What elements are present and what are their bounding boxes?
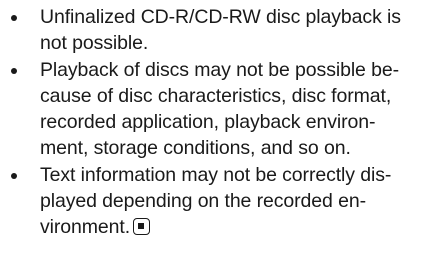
text-line: cause of disc characteristics, disc form… <box>40 84 392 107</box>
bullet-icon <box>11 67 17 74</box>
bullet-list: Unfinalized CD-R/CD-RW disc playback is … <box>8 4 438 241</box>
bullet-icon <box>11 15 17 21</box>
text-line: vironment. <box>40 216 131 239</box>
list-item: Playback of discs may not be possible be… <box>8 57 438 162</box>
text-line: played depending on the recorded en- <box>40 190 366 213</box>
text-line: ment, storage conditions, and so on. <box>40 137 351 160</box>
text-line-with-end-mark: vironment. <box>40 214 438 240</box>
text-line: Playback of discs may not be possible be… <box>40 58 400 81</box>
text-line: not possible. <box>40 32 149 55</box>
list-item: Unfinalized CD-R/CD-RW disc playback is … <box>8 4 438 57</box>
end-of-section-icon <box>133 218 151 236</box>
text-line: recorded application, playback environ- <box>40 111 376 134</box>
manual-page: Unfinalized CD-R/CD-RW disc playback is … <box>0 0 441 253</box>
list-item: Text information may not be correctly di… <box>8 162 438 241</box>
bullet-icon <box>11 172 17 179</box>
text-line: Unfinalized CD-R/CD-RW disc playback is <box>40 6 401 28</box>
text-line: Text information may not be correctly di… <box>40 163 392 186</box>
